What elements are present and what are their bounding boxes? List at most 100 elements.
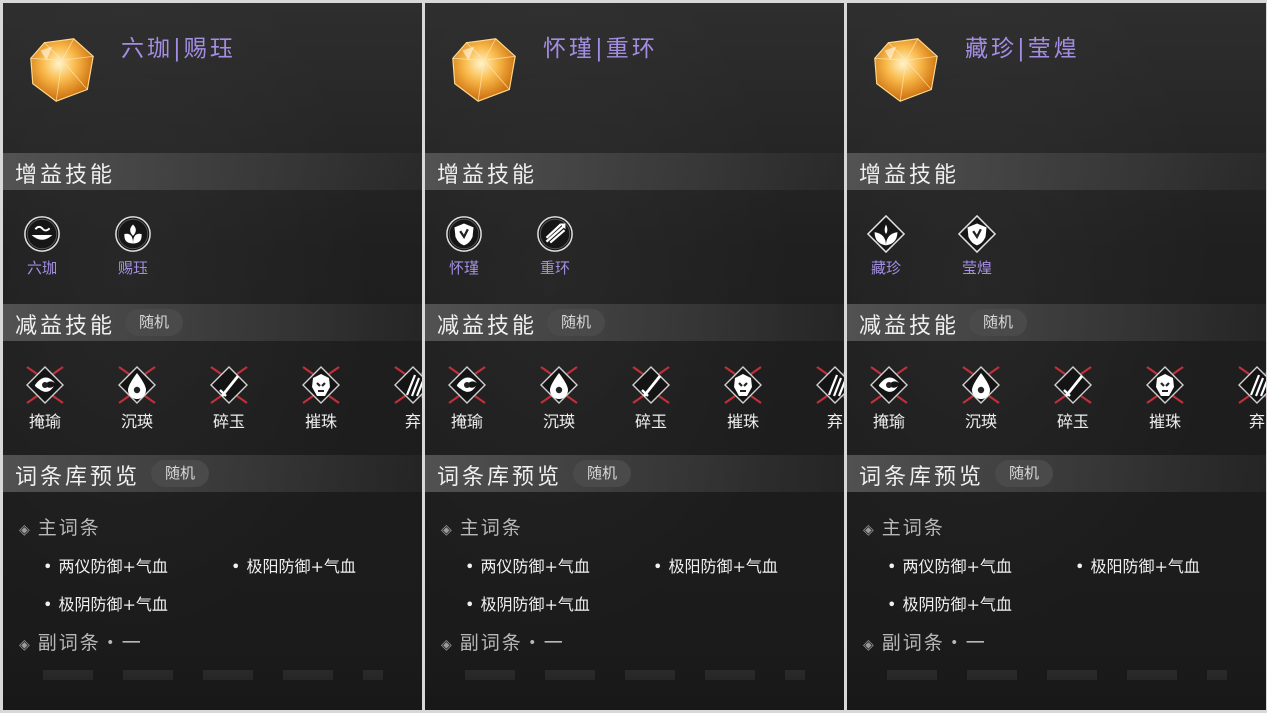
debuff-skill[interactable]: 摧珠 xyxy=(713,365,773,432)
buff-skill[interactable]: 怀瑾 xyxy=(439,215,489,278)
debuff-skill-label: 弃 xyxy=(404,412,421,431)
main-affix-text: 极阴防御+气血 xyxy=(58,595,168,614)
dot-bullet-icon: • xyxy=(887,557,897,576)
debuff-skill[interactable]: 摧珠 xyxy=(1135,365,1195,432)
drop-icon xyxy=(539,365,579,405)
main-affix-entry: • 极阴防御+气血 xyxy=(465,591,590,615)
diamond-bullet-icon: ◈ xyxy=(863,522,876,538)
buff-skill-label: 莹煌 xyxy=(961,259,992,277)
buff-section-bar: 增益技能 xyxy=(425,153,844,190)
debuff-skill[interactable]: 掩瑜 xyxy=(15,365,75,432)
dot-bullet-icon: • xyxy=(465,595,475,614)
gem-panel-2: 怀瑾|重环增益技能怀瑾 重环减益技能 随机掩瑜沉瑛 碎玉 摧珠 弃词条库预览 随机 ◈ 主词条 •… xyxy=(425,3,844,710)
dot-bullet-icon: • xyxy=(887,595,897,614)
debuff-skill[interactable]: 摧珠 xyxy=(291,365,351,432)
gem-panel-3: 藏珍|莹煌 增益技能 藏珍 莹煌 减益技能 随机 掩瑜 沉瑛 碎玉 摧珠弃词条库预览 随机 ◈ 主词条 •… xyxy=(847,3,1266,710)
vortex-icon xyxy=(869,365,909,405)
main-affix-entry: • 极阳防御+气血 xyxy=(653,553,778,577)
main-affix-entry: • 两仪防御+气血 xyxy=(43,553,168,577)
buff-skill-label: 重环 xyxy=(539,259,570,277)
debuff-section-bar: 减益技能 随机 xyxy=(3,304,422,341)
debuff-section-title: 减益技能 xyxy=(859,314,960,339)
dot-bullet-icon: • xyxy=(43,557,53,576)
arrows-icon xyxy=(536,215,574,253)
debuff-skill[interactable]: 沉瑛 xyxy=(951,365,1011,432)
main-affix-text: 两仪防御+气血 xyxy=(480,557,590,576)
main-affix-header: ◈ 主词条 xyxy=(19,513,101,540)
buff-skill[interactable]: 赐珏 xyxy=(108,215,158,278)
gem-title: 六珈|赐珏 xyxy=(121,36,236,62)
gem-icon xyxy=(867,31,945,109)
dot-bullet-icon: • xyxy=(465,557,475,576)
main-affix-text: 极阳防御+气血 xyxy=(1090,557,1200,576)
debuff-skill-label: 掩瑜 xyxy=(28,412,61,431)
phoenix-icon xyxy=(866,214,906,254)
debuff-random-badge: 随机 xyxy=(547,309,606,336)
debuff-skill[interactable]: 掩瑜 xyxy=(859,365,919,432)
gem-title: 怀瑾|重环 xyxy=(543,36,658,62)
bottom-fade xyxy=(425,650,844,710)
debuff-skill[interactable]: 碎玉 xyxy=(199,365,259,432)
main-affix-header: ◈ 主词条 xyxy=(441,513,523,540)
debuff-skill[interactable]: 碎玉 xyxy=(621,365,681,432)
main-affix-text: 极阴防御+气血 xyxy=(902,595,1012,614)
bottom-fade xyxy=(3,650,422,710)
blade-icon xyxy=(631,365,671,405)
diamond-bullet-icon: ◈ xyxy=(441,522,454,538)
debuff-skill[interactable]: 沉瑛 xyxy=(529,365,589,432)
buff-section-title: 增益技能 xyxy=(859,163,960,188)
debuff-skill[interactable]: 碎玉 xyxy=(1043,365,1103,432)
pool-section-bar: 词条库预览 随机 xyxy=(425,455,844,492)
debuff-skill-label: 碎玉 xyxy=(634,412,667,431)
debuff-skill-label: 碎玉 xyxy=(1056,412,1089,431)
buff-skill[interactable]: 藏珍 xyxy=(861,214,911,278)
main-affix-entry: • 极阳防御+气血 xyxy=(231,553,356,577)
debuff-skill[interactable]: 弃 xyxy=(1227,365,1266,432)
buff-skill[interactable]: 重环 xyxy=(530,215,580,278)
main-affix-title: 主词条 xyxy=(37,517,101,539)
blade-icon xyxy=(1053,365,1093,405)
buff-skill-label: 怀瑾 xyxy=(448,259,479,277)
beast-icon xyxy=(1145,365,1185,405)
gem-icon xyxy=(445,31,523,109)
vortex-icon xyxy=(25,365,65,405)
pool-section-bar: 词条库预览 随机 xyxy=(3,455,422,492)
debuff-skill-label: 弃 xyxy=(826,412,843,431)
debuff-skill-label: 摧珠 xyxy=(726,412,759,431)
beast-icon xyxy=(301,365,341,405)
debuff-section-title: 减益技能 xyxy=(437,314,538,339)
buff-section-title: 增益技能 xyxy=(437,163,538,188)
gem-title: 藏珍|莹煌 xyxy=(965,36,1080,62)
buff-skill-label: 藏珍 xyxy=(870,259,901,277)
claw-icon xyxy=(393,365,422,405)
debuff-skill[interactable]: 掩瑜 xyxy=(437,365,497,432)
shield-icon xyxy=(445,215,483,253)
claw-icon xyxy=(815,365,844,405)
main-affix-title: 主词条 xyxy=(881,517,945,539)
debuff-skill[interactable]: 沉瑛 xyxy=(107,365,167,432)
blade-icon xyxy=(209,365,249,405)
pool-random-badge: 随机 xyxy=(995,460,1054,487)
buff-skill-label: 赐珏 xyxy=(117,259,148,277)
debuff-skill[interactable]: 弃 xyxy=(805,365,844,432)
main-affix-header: ◈ 主词条 xyxy=(863,513,945,540)
bowl-icon xyxy=(23,215,61,253)
bottom-fade xyxy=(847,650,1266,710)
main-affix-entry: • 两仪防御+气血 xyxy=(465,553,590,577)
drop-icon xyxy=(961,365,1001,405)
pool-random-badge: 随机 xyxy=(151,460,210,487)
debuff-skill-label: 沉瑛 xyxy=(120,412,153,431)
pool-section-title: 词条库预览 xyxy=(859,465,985,490)
debuff-skill-label: 沉瑛 xyxy=(542,412,575,431)
buff-skill[interactable]: 莹煌 xyxy=(952,214,1002,278)
claw-icon xyxy=(1237,365,1266,405)
main-affix-text: 极阳防御+气血 xyxy=(246,557,356,576)
debuff-skill-label: 摧珠 xyxy=(1148,412,1181,431)
main-affix-text: 极阳防御+气血 xyxy=(668,557,778,576)
dot-bullet-icon: • xyxy=(1075,557,1085,576)
debuff-skill[interactable]: 弃 xyxy=(383,365,422,432)
debuff-random-badge: 随机 xyxy=(125,309,184,336)
debuff-skill-label: 碎玉 xyxy=(212,412,245,431)
debuff-section-bar: 减益技能 随机 xyxy=(425,304,844,341)
buff-skill[interactable]: 六珈 xyxy=(17,215,67,278)
